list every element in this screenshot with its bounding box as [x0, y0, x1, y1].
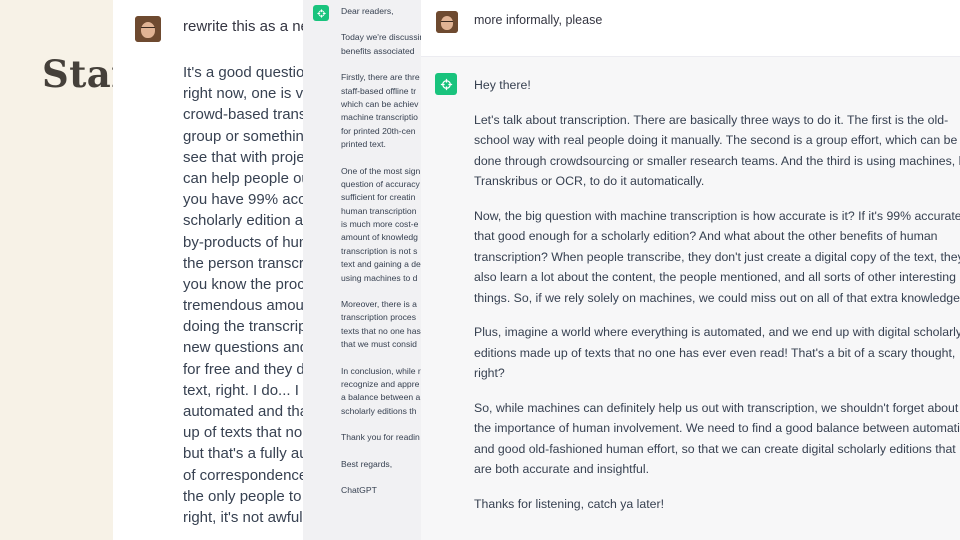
letter-line: a balance between a: [341, 392, 421, 403]
answer-line: new questions and: [183, 339, 309, 357]
user-prompt: rewrite this as a new: [183, 18, 310, 35]
reply-line: Now, the big question with machine trans…: [474, 208, 960, 223]
answer-line: for free and they do: [183, 360, 310, 378]
user-message-row: more informally, please: [421, 0, 960, 57]
letter-line: Firstly, there are thre: [341, 72, 420, 83]
letter-line: that we must consid: [341, 339, 417, 350]
reply-line: Hey there!: [474, 78, 531, 92]
chatgpt-logo-icon: [313, 5, 329, 21]
answer-line: tremendous amoun: [183, 297, 310, 315]
letter-line: One of the most sign: [341, 165, 421, 176]
letter-line: ChatGPT: [341, 484, 377, 495]
assistant-reply: Hey there! Let's talk about transcription…: [474, 75, 960, 514]
reply-line: and good old-fashioned human effort, so …: [474, 441, 956, 456]
answer-line: the only people to r: [183, 487, 310, 505]
user-avatar: [436, 11, 458, 33]
letter-line: machine transcriptio: [341, 112, 418, 123]
chat-window-left: rewrite this as a new It's a good questi…: [113, 0, 310, 540]
chat-window-middle: Dear readers, Today we're discussin benefi…: [303, 0, 421, 540]
answer-line: see that with projec: [183, 148, 310, 166]
assistant-answer: It's a good question right now, one is ve…: [183, 62, 310, 528]
letter-line: amount of knowledg: [341, 232, 418, 243]
answer-line: you know the proce: [183, 275, 310, 293]
letter-line: transcription is not s: [341, 245, 418, 256]
chatgpt-logo-icon: [435, 73, 457, 95]
reply-line: things. So, if we rely solely on machine…: [474, 290, 960, 305]
letter-line: staff-based offline tr: [341, 85, 417, 96]
reply-line: Transkribus or OCR, to do it automatical…: [474, 174, 705, 188]
letter-line: In conclusion, while r: [341, 365, 421, 376]
letter-line: which can be achiev: [341, 98, 419, 109]
answer-line: right, it's not awful!: [183, 508, 307, 526]
reply-line: done through crowdsourcing or smaller re…: [474, 153, 960, 168]
answer-line: crowd-based transc: [183, 106, 310, 124]
answer-line: doing the transcrip: [183, 318, 307, 336]
answer-line: the person transcri: [183, 254, 308, 272]
chat-window-right: more informally, please Hey there! Let's …: [421, 0, 960, 540]
reply-line: the importance of human involvement. We …: [474, 421, 960, 435]
letter-line: Today we're discussin: [341, 32, 421, 43]
letter-line: for printed 20th-cen: [341, 125, 416, 136]
answer-line: of correspondence: [183, 466, 308, 484]
answer-line: you have 99% accur: [183, 191, 310, 209]
letter-line: Best regards,: [341, 458, 393, 469]
letter-line: scholarly editions th: [341, 405, 417, 416]
answer-line: It's a good question: [183, 64, 310, 81]
reply-line: right?: [474, 366, 505, 380]
reply-line: that good enough for a scholarly edition…: [474, 229, 938, 243]
user-avatar: [135, 16, 161, 42]
reply-line: Let's talk about transcription. There ar…: [474, 112, 949, 127]
letter-line: sufficient for creatin: [341, 192, 416, 203]
answer-line: text, right. I do... I ar: [183, 381, 310, 399]
reply-line: also learn a lot about the content, the …: [474, 270, 956, 284]
letter-line: text and gaining a de: [341, 259, 421, 270]
letter-line: printed text.: [341, 139, 386, 150]
letter-line: recognize and appre: [341, 378, 420, 389]
letter-line: texts that no one has: [341, 325, 421, 336]
letter-line: using machines to d: [341, 272, 418, 283]
letter-line: is much more cost-e: [341, 219, 419, 230]
reply-line: Plus, imagine a world where everything i…: [474, 325, 960, 339]
reply-line: So, while machines can definitely help u…: [474, 400, 959, 415]
answer-line: by-products of hum: [183, 233, 310, 251]
letter-line: human transcription: [341, 205, 417, 216]
reply-line: editions made up of texts that no one ha…: [474, 345, 956, 360]
assistant-letter: Dear readers, Today we're discussin benefi…: [341, 5, 421, 497]
answer-line: up of texts that no c: [183, 424, 310, 442]
reply-line: school way with real people doing it man…: [474, 133, 958, 147]
letter-line: Moreover, there is a: [341, 299, 417, 310]
answer-line: automated and tha: [183, 403, 309, 420]
user-prompt: more informally, please: [474, 13, 603, 27]
answer-line: scholarly edition ar: [183, 212, 309, 230]
letter-line: Dear readers,: [341, 6, 394, 16]
reply-line: are both accurate and insightful.: [474, 462, 650, 476]
answer-line: but that's a fully aut: [183, 445, 310, 463]
answer-line: can help people ou: [183, 169, 310, 187]
letter-line: benefits associated: [341, 45, 415, 56]
answer-line: right now, one is ve: [183, 85, 310, 103]
letter-line: transcription proces: [341, 312, 416, 323]
reply-line: Thanks for listening, catch ya later!: [474, 496, 665, 511]
letter-line: question of accuracy: [341, 178, 420, 189]
reply-line: transcription? When people transcribe, t…: [474, 249, 960, 264]
answer-line: group or something: [183, 127, 310, 145]
letter-line: Thank you for readin: [341, 432, 420, 443]
